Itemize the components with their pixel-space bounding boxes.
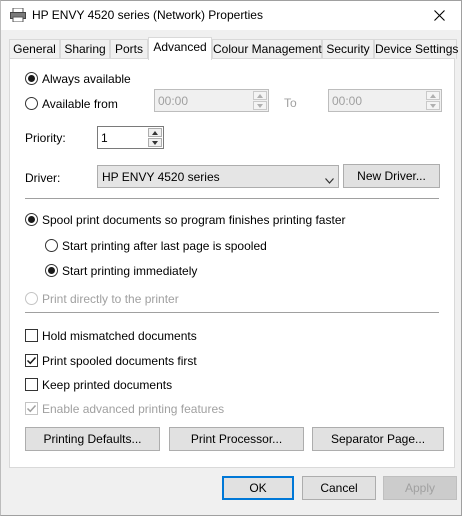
printer-icon [10, 7, 26, 23]
close-icon[interactable] [422, 2, 456, 28]
chevron-down-icon [325, 173, 334, 187]
available-from-radio[interactable] [25, 97, 38, 110]
tab-security[interactable]: Security [322, 39, 374, 59]
checkmark-icon [26, 356, 37, 365]
chevron-up-icon[interactable] [253, 91, 267, 100]
print-directly-radio[interactable] [25, 292, 38, 305]
ok-button[interactable]: OK [222, 476, 294, 500]
keep-printed-label: Keep printed documents [42, 378, 173, 392]
from-time-spinner [253, 91, 267, 110]
start-immediately-radio[interactable] [45, 264, 58, 277]
tab-ports[interactable]: Ports [110, 39, 148, 59]
printing-defaults-button[interactable]: Printing Defaults... [25, 427, 160, 451]
always-available-label: Always available [42, 72, 131, 86]
chevron-down-icon[interactable] [148, 138, 162, 147]
available-to-time[interactable]: 00:00 [328, 89, 442, 112]
keep-printed-checkbox[interactable] [25, 378, 38, 391]
print-spooled-first-label: Print spooled documents first [42, 354, 197, 368]
to-time-value: 00:00 [332, 94, 363, 108]
from-time-value: 00:00 [158, 94, 189, 108]
tab-colour-management[interactable]: Colour Management [212, 39, 322, 59]
to-time-spinner [426, 91, 440, 110]
tab-advanced[interactable]: Advanced [148, 37, 212, 60]
print-processor-button[interactable]: Print Processor... [169, 427, 304, 451]
priority-stepper[interactable]: 1 [97, 126, 164, 149]
separator-page-button[interactable]: Separator Page... [312, 427, 444, 451]
chevron-up-icon[interactable] [426, 91, 440, 100]
hold-mismatched-checkbox[interactable] [25, 329, 38, 342]
window-title: HP ENVY 4520 series (Network) Properties [32, 8, 263, 22]
start-after-last-page-radio[interactable] [45, 239, 58, 252]
apply-button[interactable]: Apply [383, 476, 457, 500]
always-available-radio[interactable] [25, 72, 38, 85]
priority-value: 1 [101, 131, 108, 145]
enable-advanced-label: Enable advanced printing features [42, 402, 225, 416]
start-after-last-page-label: Start printing after last page is spoole… [62, 239, 267, 253]
driver-label: Driver: [25, 171, 61, 185]
priority-label: Priority: [25, 131, 66, 145]
tab-device-settings[interactable]: Device Settings [374, 39, 458, 59]
print-spooled-first-checkbox[interactable] [25, 354, 38, 367]
advanced-tab-panel: Always available Available from 00:00 To… [9, 58, 455, 468]
priority-spinner [148, 128, 162, 147]
driver-value: HP ENVY 4520 series [102, 170, 220, 184]
available-from-label: Available from [42, 97, 118, 111]
spool-documents-label: Spool print documents so program finishe… [42, 213, 346, 227]
tab-strip: General Sharing Ports Advanced Colour Ma… [9, 37, 458, 60]
new-driver-button[interactable]: New Driver... [343, 164, 440, 188]
available-from-time[interactable]: 00:00 [154, 89, 269, 112]
printer-properties-dialog: HP ENVY 4520 series (Network) Properties… [0, 0, 462, 516]
cancel-button[interactable]: Cancel [302, 476, 376, 500]
spool-documents-radio[interactable] [25, 213, 38, 226]
tab-general[interactable]: General [9, 39, 60, 59]
chevron-up-icon[interactable] [148, 128, 162, 137]
start-immediately-label: Start printing immediately [62, 264, 198, 278]
checkmark-icon [26, 404, 37, 413]
chevron-down-icon[interactable] [253, 101, 267, 110]
title-bar: HP ENVY 4520 series (Network) Properties [1, 1, 461, 30]
divider [25, 198, 439, 199]
tab-sharing[interactable]: Sharing [60, 39, 110, 59]
print-directly-label: Print directly to the printer [42, 292, 179, 306]
to-label: To [284, 96, 297, 110]
chevron-down-icon[interactable] [426, 101, 440, 110]
divider [25, 312, 439, 313]
driver-select[interactable]: HP ENVY 4520 series [97, 165, 339, 188]
enable-advanced-checkbox[interactable] [25, 402, 38, 415]
hold-mismatched-label: Hold mismatched documents [42, 329, 197, 343]
